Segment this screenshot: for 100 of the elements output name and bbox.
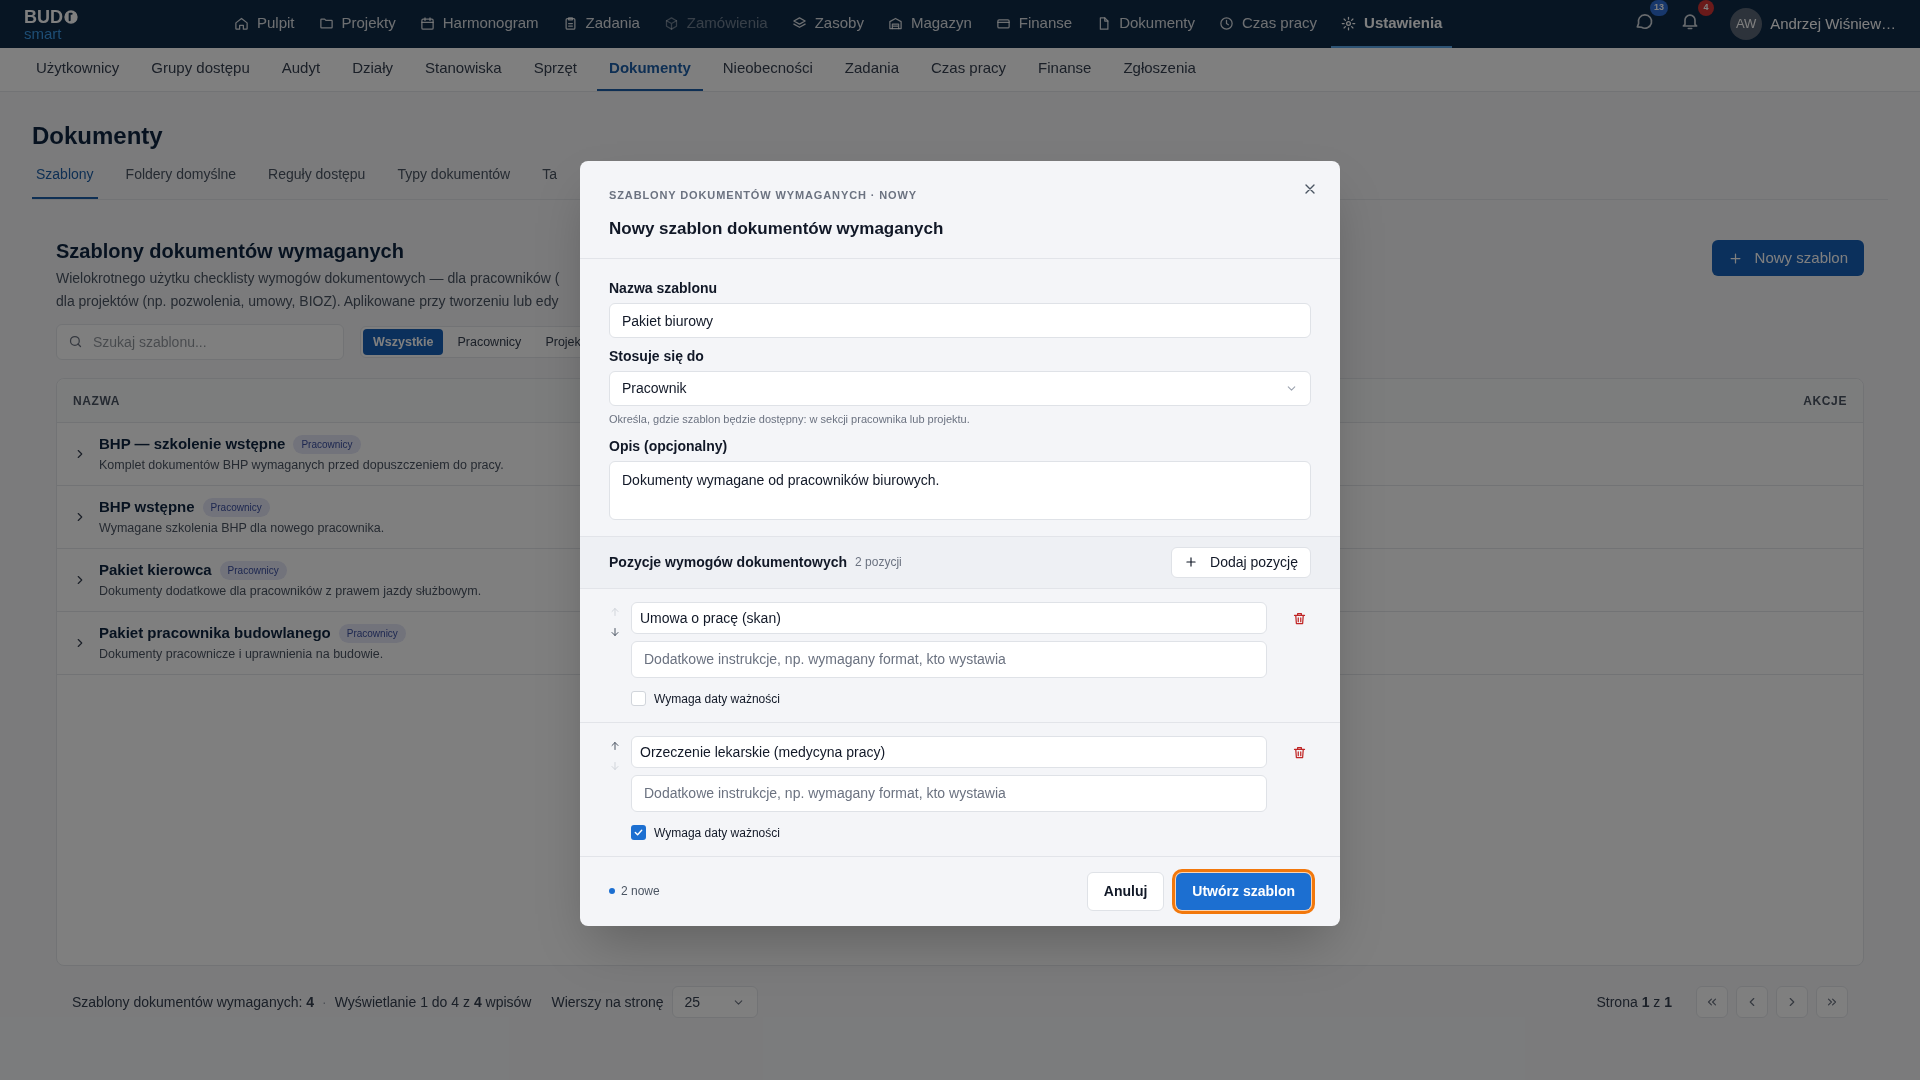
count-badge: 4 xyxy=(1698,0,1715,16)
last-page-icon xyxy=(1825,995,1839,1009)
item-title-input[interactable]: Umowa o pracę (skan) xyxy=(631,601,1267,634)
showing-text: Wyświetlanie 1 do 4 z 4 wpisów xyxy=(334,992,532,1012)
clipboard-icon xyxy=(562,15,578,31)
applies-to-select[interactable]: Pracownik xyxy=(609,371,1311,406)
template-description: Wymagane szkolenia BHP dla nowego pracownika. xyxy=(99,519,385,537)
tab[interactable]: Szablony xyxy=(32,164,98,199)
new-template-button[interactable]: Nowy szablon xyxy=(1711,240,1864,276)
separator-dot: · xyxy=(322,992,327,1012)
user-name: Andrzej Wiśniew… xyxy=(1770,13,1896,34)
folder-icon xyxy=(318,15,334,31)
first-page-icon xyxy=(1705,995,1719,1009)
subnav-tab[interactable]: Zadania xyxy=(832,48,911,91)
subnav-tab[interactable]: Stanowiska xyxy=(412,48,514,91)
field-label: Stosuje się do xyxy=(609,347,705,366)
instructions-input[interactable]: Dodatkowe instrukcje, np. wymagany format, kto wystawia xyxy=(631,640,1267,678)
settings-icon xyxy=(1341,15,1357,31)
section-title: Szablony dokumentów wymaganych xyxy=(56,239,405,264)
add-item-button[interactable]: Dodaj pozycję xyxy=(1171,546,1311,578)
user-menu[interactable]: AW Andrzej Wiśniew… xyxy=(1730,8,1896,40)
nav-item[interactable]: Finanse xyxy=(985,0,1083,48)
field-label: Nazwa szablonu xyxy=(609,279,719,298)
instructions-input[interactable]: Dodatkowe instrukcje, np. wymagany format, kto wystawia xyxy=(631,774,1267,812)
column-header: NAZWA xyxy=(73,392,120,410)
subnav-tab[interactable]: Czas pracy xyxy=(919,48,1019,91)
last-page-button[interactable] xyxy=(1816,986,1848,1018)
subnav-tab[interactable]: Dokumenty xyxy=(597,48,703,91)
tab[interactable]: Reguły dostępu xyxy=(264,164,370,199)
rows-per-page-label: Wierszy na stronę xyxy=(551,992,664,1012)
type-tag: Pracownicy xyxy=(219,561,287,581)
count-badge: 13 xyxy=(1650,0,1669,16)
section-description: Wielokrotnego użytku checklisty wymogów dokumentowych — dla pracowników ( xyxy=(56,269,560,288)
filter-tab[interactable]: Pracownicy xyxy=(447,329,532,355)
nav-item[interactable]: Zasoby xyxy=(781,0,874,48)
nav-item[interactable]: Pulpit xyxy=(224,0,305,48)
subnav-tab[interactable]: Audyt xyxy=(269,48,333,91)
logo-text: BUD xyxy=(24,7,63,26)
filter-tab[interactable]: Wszystkie xyxy=(363,329,444,355)
nav-item[interactable]: Magazyn xyxy=(877,0,982,48)
subnav-tab[interactable]: Sprzęt xyxy=(521,48,590,91)
type-tag: Pracownicy xyxy=(202,498,270,518)
subnav-tab[interactable]: Użytkownicy xyxy=(24,48,132,91)
field-label: Opis (opcjonalny) xyxy=(609,436,729,456)
subnav-tab[interactable]: Działy xyxy=(340,48,405,91)
items-section-title: Pozycje wymogów dokumentowych xyxy=(609,552,848,572)
checkbox-label: Wymaga daty ważności xyxy=(654,824,780,842)
tab[interactable]: Typy dokumentów xyxy=(393,164,515,199)
nav-item[interactable]: Dokumenty xyxy=(1086,0,1205,48)
avatar: AW xyxy=(1730,8,1763,40)
trash-icon xyxy=(1291,745,1307,760)
subnav-tab[interactable]: Finanse xyxy=(1026,48,1104,91)
template-description: Dokumenty pracownicze i uprawnienia na budowie. xyxy=(99,645,385,663)
nav-item[interactable]: Harmonogram xyxy=(409,0,549,48)
template-name: BHP wstępne xyxy=(99,497,195,518)
move-down-icon[interactable] xyxy=(609,625,621,638)
template-name: Pakiet kierowca xyxy=(99,560,212,581)
description-textarea[interactable]: Dokumenty wymagane od pracowników biurowych. xyxy=(609,460,1311,520)
template-description: Komplet dokumentów BHP wymaganych przed dopuszczeniem do pracy. xyxy=(99,456,504,474)
modal-eyebrow: SZABLONY DOKUMENTÓW WYMAGANYCH · NOWY xyxy=(609,188,918,203)
tab[interactable]: Ta xyxy=(538,164,562,199)
template-name: Pakiet pracownika budowlanego xyxy=(99,623,331,644)
nav-item[interactable]: Zadania xyxy=(552,0,650,48)
subnav-tab[interactable]: Nieobecności xyxy=(710,48,825,91)
rows-per-page-select[interactable]: 25 xyxy=(671,986,758,1018)
expiry-checkbox[interactable] xyxy=(631,691,646,706)
subnav-tab[interactable]: Grupy dostępu xyxy=(139,48,262,91)
tab[interactable]: Foldery domyślne xyxy=(121,164,241,199)
checkbox-label: Wymaga daty ważności xyxy=(654,690,780,708)
logo-icon xyxy=(63,8,79,25)
layers-icon xyxy=(791,15,807,31)
check-icon xyxy=(633,827,644,838)
filter-tab[interactable]: Projek xyxy=(535,329,591,355)
plus-icon xyxy=(1727,250,1743,266)
warehouse-icon xyxy=(887,15,903,31)
template-name: BHP — szkolenie wstępne xyxy=(99,434,286,455)
cancel-button[interactable]: Anuluj xyxy=(1086,871,1165,911)
name-input[interactable]: Pakiet biurowy xyxy=(609,303,1311,338)
move-up-icon[interactable] xyxy=(609,739,621,752)
logo-subtitle: smart xyxy=(24,25,63,41)
first-page-button[interactable] xyxy=(1696,986,1728,1018)
trash-icon xyxy=(1291,611,1307,626)
search-field[interactable]: Szukaj szablonu... xyxy=(56,324,344,360)
type-tag: Pracownicy xyxy=(293,435,361,455)
expiry-checkbox[interactable] xyxy=(631,825,646,840)
home-icon xyxy=(234,15,249,31)
plus-icon xyxy=(1184,555,1199,569)
search-icon xyxy=(68,334,83,349)
nav-item[interactable]: Czas pracy xyxy=(1209,0,1328,48)
column-header: AKCJE xyxy=(1803,392,1847,410)
calendar-icon xyxy=(419,15,435,31)
new-items-status: 2 nowe xyxy=(621,883,660,900)
type-tag: Pracownicy xyxy=(338,624,406,644)
subnav-tab[interactable]: Zgłoszenia xyxy=(1111,48,1208,91)
item-title-input[interactable]: Orzeczenie lekarskie (medycyna pracy) xyxy=(631,735,1267,768)
clock-icon xyxy=(1219,15,1234,31)
field-hint: Określa, gdzie szablon będzie dostępny: w sekcji pracownika lub projektu. xyxy=(609,412,971,427)
nav-item[interactable]: Projekty xyxy=(308,0,406,48)
modal-title: Nowy szablon dokumentów wymaganych xyxy=(609,217,945,240)
template-description: Dokumenty dodatkowe dla pracowników z prawem jazdy służbowym. xyxy=(99,582,482,600)
